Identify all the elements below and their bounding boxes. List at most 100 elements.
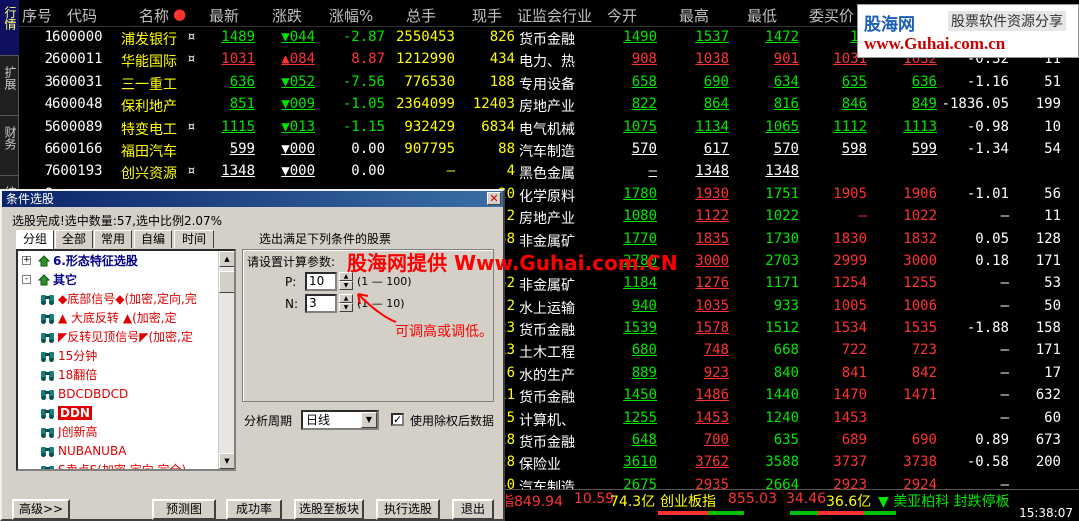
cell-c3: 128 <box>1035 230 1061 247</box>
cell-high: 3762 <box>695 454 729 471</box>
column-header[interactable]: 最高 <box>679 5 709 26</box>
scroll-thumb[interactable] <box>219 271 234 293</box>
param-p-input[interactable]: 10 <box>305 272 337 291</box>
tree-item[interactable]: S卖点S(加密,定向,完全) <box>40 461 186 469</box>
column-header[interactable]: 涨幅% <box>329 5 373 26</box>
cell-c2: -0.58 <box>966 454 1009 471</box>
column-header[interactable]: 名称 <box>139 5 169 26</box>
exit-button[interactable]: 退出 <box>452 499 494 520</box>
tree-item[interactable]: NUBANUBA <box>40 442 126 462</box>
promo-overlay-text: 股海网提供 Www.Guhai.com.CN <box>347 251 678 275</box>
close-icon[interactable]: ✕ <box>487 192 501 205</box>
forecast-chart-button[interactable]: 预测图 <box>152 499 216 520</box>
dialog-titlebar[interactable]: 条件选股 ✕ <box>2 191 503 207</box>
cell-ind: 黑色金属 <box>519 166 575 183</box>
table-row[interactable]: 5 600089 特变电工 ¤ 1115 ▼013 -1.15 932429 6834 电气机械 1… <box>19 117 1079 139</box>
side-tab-quotes[interactable]: 行情 <box>0 0 19 56</box>
column-header[interactable]: 序号 <box>22 5 52 26</box>
tab-custom[interactable]: 自编 <box>134 230 172 248</box>
period-select[interactable]: 日线 ▼ <box>301 410 379 430</box>
tree-item[interactable]: 15分钟 <box>40 347 97 367</box>
column-header[interactable]: 委买价 <box>809 5 854 26</box>
table-row[interactable]: 7 600193 创兴资源 ¤ 1348 ▼000 0.00 – 4 黑色金属 – 1348 1348 <box>19 161 1079 183</box>
cell-high: 1035 <box>695 297 729 314</box>
binoculars-icon <box>41 447 54 457</box>
tree-item[interactable]: ▲ 大底反转 ▲(加密,定 <box>40 309 177 329</box>
column-header[interactable]: ● <box>173 5 186 23</box>
tree-item[interactable]: 18翻倍 <box>40 366 97 386</box>
cell-open: 940 <box>631 297 657 314</box>
binoculars-icon <box>41 352 54 362</box>
tree-item[interactable]: BDCDBDCD <box>40 385 128 405</box>
tree-item[interactable]: DDN <box>40 404 92 424</box>
chevron-down-icon[interactable]: ▼ <box>361 412 377 428</box>
column-header[interactable]: 最低 <box>747 5 777 26</box>
cell-c1: 723 <box>911 342 937 359</box>
cell-mark: ¤ <box>187 29 196 45</box>
tab-common[interactable]: 常用 <box>94 230 132 248</box>
cell-high: 1453 <box>695 409 729 426</box>
cell-low: 933 <box>773 297 799 314</box>
scroll-up-icon[interactable]: ▲ <box>219 251 234 267</box>
tab-time[interactable]: 时间 <box>174 230 214 248</box>
cell-chg: ▼013 <box>281 118 315 135</box>
scroll-down-icon[interactable]: ▼ <box>219 453 234 469</box>
cell-high: 1835 <box>695 230 729 247</box>
tree-item[interactable]: J创新高 <box>40 423 98 443</box>
ticker-gem-amount: 36.6亿 <box>826 494 872 509</box>
collapse-icon[interactable]: - <box>22 275 31 284</box>
cell-low: 634 <box>773 73 799 90</box>
cell-bid: 1005 <box>833 297 867 314</box>
cell-low: 901 <box>773 51 799 68</box>
column-header[interactable]: 今开 <box>607 5 637 26</box>
cell-chg: ▼044 <box>281 29 315 45</box>
formula-tree[interactable]: S卖点S(加密,定向,完全) NUBANUBA J创新高 DDN BDCDBDCD 18翻… <box>16 249 236 471</box>
cell-c2: -1.16 <box>966 73 1009 90</box>
column-header[interactable]: 总手 <box>406 5 436 26</box>
param-n-label: N: <box>285 297 299 311</box>
cell-c2: – <box>1000 364 1009 381</box>
save-to-block-button[interactable]: 选股至板块 <box>294 499 364 520</box>
binoculars-icon <box>41 390 54 400</box>
column-header[interactable]: 代码 <box>67 5 97 26</box>
cell-bid: 846 <box>841 96 867 113</box>
column-header[interactable]: 现手 <box>472 5 502 26</box>
cell-name: 特变电工 <box>121 121 177 138</box>
cell-last: 1489 <box>221 29 255 45</box>
tree-scrollbar[interactable]: ▲ ▼ <box>218 251 234 469</box>
advanced-button[interactable]: 高级>> <box>12 499 70 520</box>
side-tab-finance[interactable]: 财务 <box>0 120 19 176</box>
cell-c3: 11 <box>1044 208 1061 225</box>
column-header[interactable]: 证监会行业 <box>517 5 592 26</box>
cell-open: 908 <box>631 51 657 68</box>
cell-name: 保利地产 <box>121 99 177 116</box>
cell-cur: 826 <box>489 29 515 45</box>
cell-vol: 907795 <box>404 140 455 157</box>
cell-pct: -1.15 <box>342 118 385 135</box>
param-n-input[interactable]: 3 <box>305 294 337 313</box>
adjusted-data-checkbox[interactable]: ✓ <box>391 413 404 426</box>
tree-group[interactable]: +6.形态特征选股 <box>22 252 138 272</box>
condition-panel-label: 选出满足下列条件的股票 <box>259 232 392 246</box>
tree-item[interactable]: ◤反转见顶信号◤(加密,定 <box>40 328 193 348</box>
cell-high: 1122 <box>695 208 729 225</box>
cell-low: 1730 <box>765 230 799 247</box>
table-row[interactable]: 6 600166 福田汽车 599 ▼000 0.00 907795 88 汽车制造 570 617… <box>19 139 1079 161</box>
table-row[interactable]: 4 600048 保利地产 851 ▼009 -1.05 2364099 12403 房地产业 8… <box>19 94 1079 116</box>
cell-vol: 1212990 <box>395 51 455 68</box>
side-tab-extend[interactable]: 扩展 <box>0 60 19 116</box>
tree-item[interactable]: ◆底部信号◆(加密,定向,完 <box>40 290 197 310</box>
success-rate-button[interactable]: 成功率 <box>226 499 282 520</box>
cell-c1: 599 <box>911 140 937 157</box>
run-screening-button[interactable]: 执行选股 <box>376 499 440 520</box>
expand-icon[interactable]: + <box>22 256 31 265</box>
tab-group[interactable]: 分组 <box>16 230 54 249</box>
column-header[interactable]: 涨跌 <box>272 5 302 26</box>
cell-bid: 635 <box>841 73 867 90</box>
table-row[interactable]: 3 600031 三一重工 636 ▼052 -7.56 776530 188 专用设备 658 6… <box>19 72 1079 94</box>
cell-cur: 6834 <box>481 118 515 135</box>
cell-c3: 200 <box>1035 454 1061 471</box>
tree-group[interactable]: - 其它 <box>22 271 77 291</box>
tab-all[interactable]: 全部 <box>55 230 93 248</box>
column-header[interactable]: 最新 <box>209 5 239 26</box>
